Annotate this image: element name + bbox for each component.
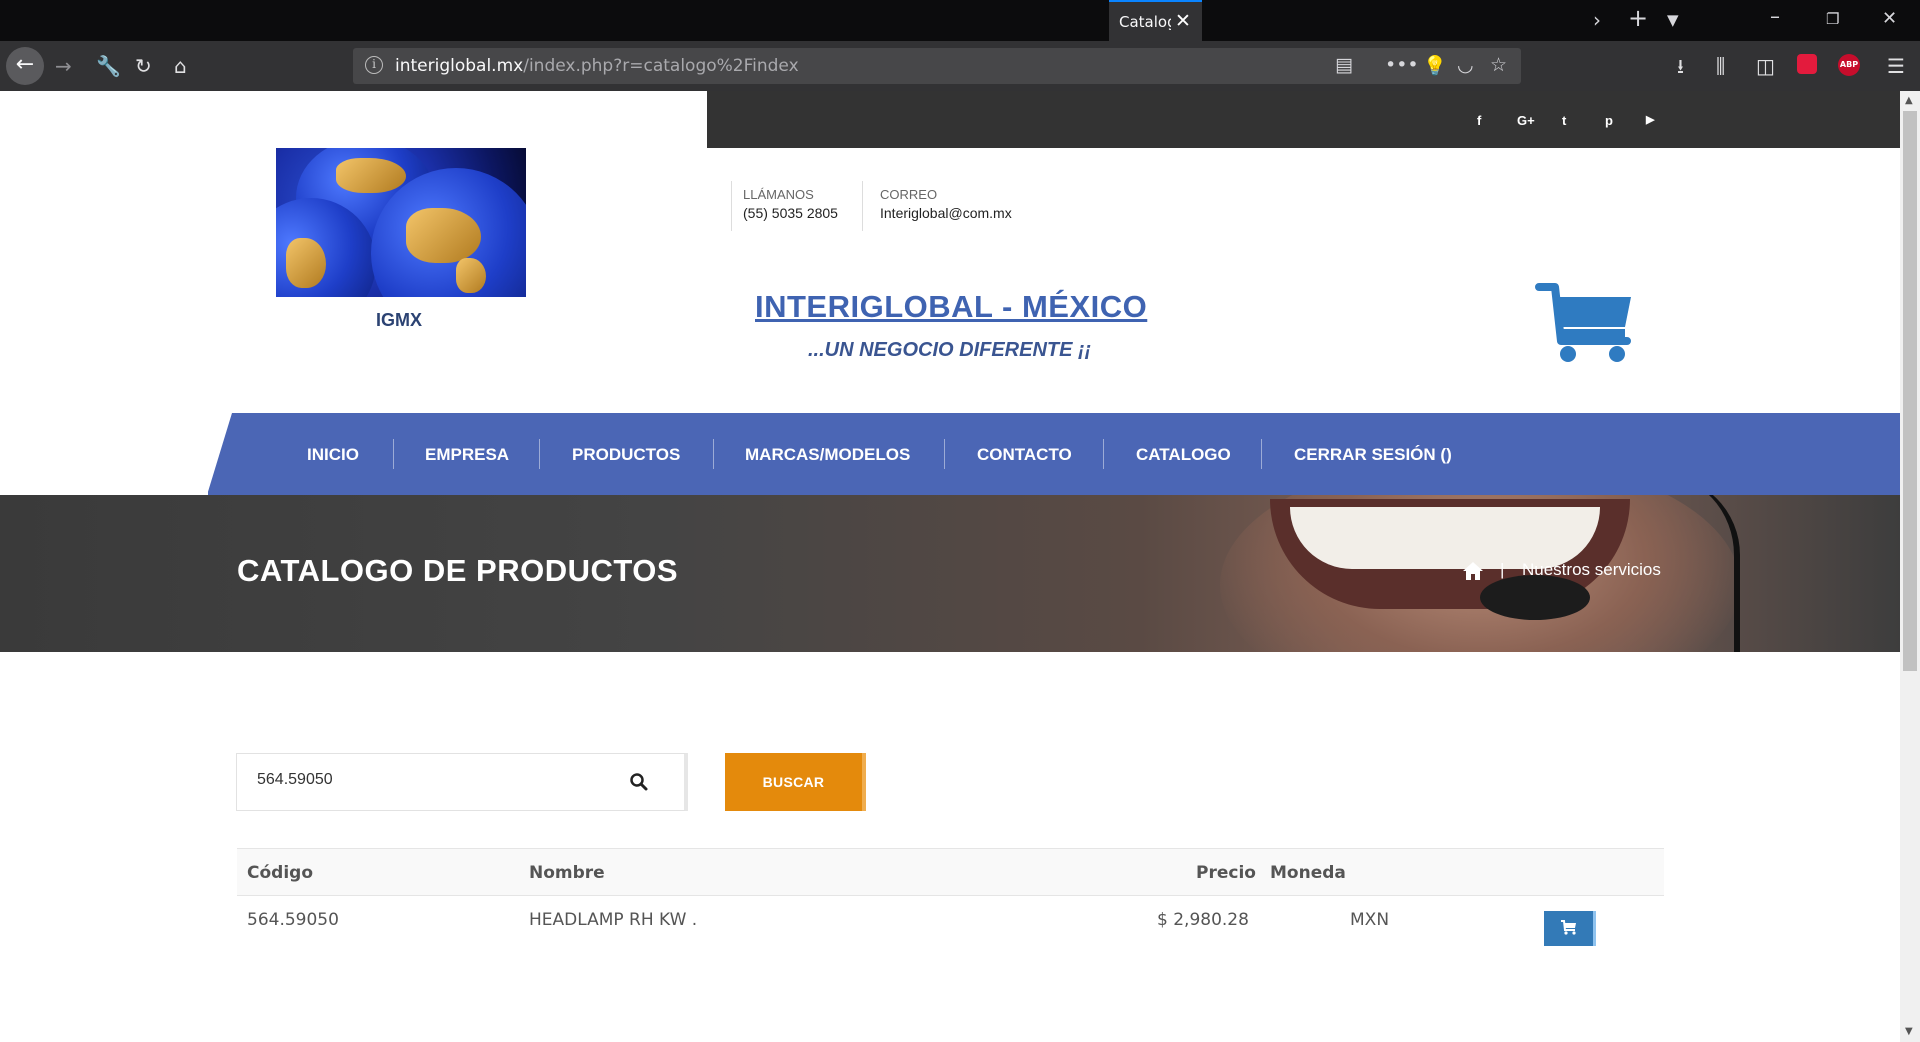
twitter-icon[interactable]: t bbox=[1562, 113, 1566, 128]
back-arrow-icon[interactable]: ← bbox=[6, 47, 44, 85]
nav-cerrar-sesion[interactable]: CERRAR SESIÓN () bbox=[1294, 445, 1452, 465]
hero-headset-wire bbox=[1650, 495, 1740, 652]
col-header-moneda[interactable]: Moneda bbox=[1270, 863, 1346, 883]
pinterest-icon[interactable]: p bbox=[1605, 113, 1613, 128]
sidebar-icon[interactable]: ◫ bbox=[1756, 54, 1775, 78]
nav-separator bbox=[539, 439, 540, 469]
nav-empresa[interactable]: EMPRESA bbox=[425, 445, 509, 465]
top-social-strip: f G+ t p ▶ bbox=[705, 91, 1900, 148]
nav-catalogo[interactable]: CATALOGO bbox=[1136, 445, 1231, 465]
brand-slogan: ...UN NEGOCIO DIFERENTE ¡¡ bbox=[808, 339, 1092, 361]
nav-productos[interactable]: PRODUCTOS bbox=[572, 445, 680, 465]
header-diagonal bbox=[655, 91, 705, 148]
nav-marcas-modelos[interactable]: MARCAS/MODELOS bbox=[745, 445, 910, 465]
scroll-up-icon[interactable]: ▲ bbox=[1905, 95, 1913, 106]
contact-divider bbox=[731, 181, 732, 231]
new-tab-icon[interactable]: + bbox=[1628, 4, 1648, 32]
tab-scroll-right-icon[interactable]: › bbox=[1593, 8, 1601, 32]
phone-value: (55) 5035 2805 bbox=[743, 205, 838, 221]
browser-nav-bar: ← → 🔧 ↻ ⌂ i interiglobal.mx/index.php?r=… bbox=[0, 41, 1920, 91]
land-shape bbox=[336, 158, 406, 193]
land-shape bbox=[456, 258, 486, 293]
email-value: Interiglobal@com.mx bbox=[880, 205, 1012, 221]
address-bar[interactable]: i interiglobal.mx/index.php?r=catalogo%2… bbox=[353, 48, 1521, 84]
nav-separator bbox=[1103, 439, 1104, 469]
browser-tab-bar: Catalog ✕ › + ▼ – ❐ ✕ bbox=[0, 0, 1920, 41]
reader-view-icon[interactable]: ▤ bbox=[1335, 54, 1353, 76]
shopping-cart-icon[interactable] bbox=[1535, 281, 1635, 366]
lightbulb-icon[interactable]: 💡 bbox=[1423, 54, 1447, 77]
facebook-icon[interactable]: f bbox=[1477, 113, 1481, 128]
nav-separator bbox=[944, 439, 945, 469]
brand-title-link[interactable]: INTERIGLOBAL - MÉXICO bbox=[755, 289, 1147, 325]
scrollbar-thumb[interactable] bbox=[1903, 111, 1917, 671]
hero-microphone-shape bbox=[1480, 575, 1590, 620]
page-hero-banner: CATALOGO DE PRODUCTOS | Nuestros servici… bbox=[0, 495, 1900, 652]
cell-nombre: HEADLAMP RH KW . bbox=[529, 910, 698, 930]
reload-icon[interactable]: ↻ bbox=[135, 54, 152, 78]
nav-inicio[interactable]: INICIO bbox=[307, 445, 359, 465]
library-icon[interactable]: ⫼ bbox=[1716, 54, 1725, 78]
browser-tab[interactable]: Catalog ✕ bbox=[1109, 0, 1202, 41]
main-nav-bar: INICIO EMPRESA PRODUCTOS MARCAS/MODELOS … bbox=[207, 413, 1900, 495]
breadcrumb-current[interactable]: Nuestros servicios bbox=[1522, 560, 1661, 580]
strip-divider bbox=[705, 91, 707, 148]
restore-icon[interactable]: ❐ bbox=[1826, 10, 1839, 28]
tab-list-chevron-down-icon[interactable]: ▼ bbox=[1667, 11, 1679, 29]
nav-separator bbox=[393, 439, 394, 469]
url-path: /index.php?r=catalogo%2Findex bbox=[523, 56, 799, 76]
land-shape bbox=[406, 208, 481, 263]
cell-moneda: MXN bbox=[1350, 910, 1390, 930]
nav-contacto[interactable]: CONTACTO bbox=[977, 445, 1072, 465]
contact-divider bbox=[862, 181, 863, 231]
cart-icon bbox=[1561, 920, 1576, 935]
url-host: interiglobal.mx bbox=[395, 56, 524, 76]
page-title: CATALOGO DE PRODUCTOS bbox=[237, 553, 679, 588]
site-logo-image[interactable] bbox=[276, 148, 526, 297]
url-text[interactable]: interiglobal.mx/index.php?r=catalogo%2Fi… bbox=[395, 56, 799, 76]
minimize-icon[interactable]: – bbox=[1770, 4, 1780, 28]
nav-separator bbox=[1261, 439, 1262, 469]
nav-separator bbox=[713, 439, 714, 469]
cell-precio: $ 2,980.28 bbox=[1157, 910, 1249, 930]
pocket-icon[interactable]: ◡ bbox=[1457, 54, 1474, 76]
wrench-icon[interactable]: 🔧 bbox=[96, 54, 121, 78]
col-header-precio[interactable]: Precio bbox=[1196, 863, 1256, 883]
window-close-icon[interactable]: ✕ bbox=[1882, 8, 1897, 29]
col-header-nombre[interactable]: Nombre bbox=[529, 863, 605, 883]
scroll-down-icon[interactable]: ▼ bbox=[1905, 1026, 1913, 1037]
phone-block: LLÁMANOS (55) 5035 2805 bbox=[743, 187, 838, 221]
add-to-cart-button[interactable] bbox=[1544, 911, 1596, 946]
buscar-button[interactable]: BUSCAR bbox=[725, 753, 866, 811]
search-icon[interactable] bbox=[629, 772, 649, 792]
cell-codigo: 564.59050 bbox=[247, 910, 339, 930]
breadcrumb-separator: | bbox=[1500, 560, 1505, 579]
page-actions-icon[interactable]: ••• bbox=[1385, 54, 1419, 76]
search-input[interactable]: 564.59050 bbox=[236, 753, 688, 811]
email-label: CORREO bbox=[880, 187, 938, 202]
tab-title: Catalog bbox=[1119, 13, 1171, 31]
menu-slant bbox=[207, 413, 232, 495]
page-scrollbar[interactable]: ▲ ▼ bbox=[1900, 91, 1920, 1042]
google-plus-icon[interactable]: G+ bbox=[1517, 113, 1535, 128]
land-shape bbox=[286, 238, 326, 288]
email-block: CORREO Interiglobal@com.mx bbox=[880, 187, 1012, 221]
forward-arrow-icon[interactable]: → bbox=[55, 54, 72, 78]
table-header-row: Código Nombre Precio Moneda bbox=[237, 848, 1664, 896]
home-icon[interactable]: ⌂ bbox=[174, 54, 187, 78]
hamburger-menu-icon[interactable]: ☰ bbox=[1887, 54, 1905, 78]
phone-label: LLÁMANOS bbox=[743, 187, 814, 202]
bookmark-star-icon[interactable]: ☆ bbox=[1490, 54, 1507, 76]
site-info-icon[interactable]: i bbox=[365, 56, 383, 74]
youtube-icon[interactable]: ▶ bbox=[1646, 113, 1654, 126]
breadcrumb-home-icon[interactable] bbox=[1462, 561, 1484, 581]
page-viewport: f G+ t p ▶ IGMX LLÁMANOS (55) 5035 2805 … bbox=[0, 91, 1900, 1042]
logo-caption: IGMX bbox=[376, 310, 423, 330]
pocket-extension-icon[interactable] bbox=[1797, 54, 1817, 74]
search-input-value: 564.59050 bbox=[257, 771, 333, 788]
col-header-codigo[interactable]: Código bbox=[247, 863, 313, 883]
tab-close-icon[interactable]: ✕ bbox=[1175, 10, 1191, 32]
adblock-plus-icon[interactable]: ABP bbox=[1838, 54, 1860, 76]
downloads-icon[interactable]: ⭳ bbox=[1677, 54, 1684, 78]
